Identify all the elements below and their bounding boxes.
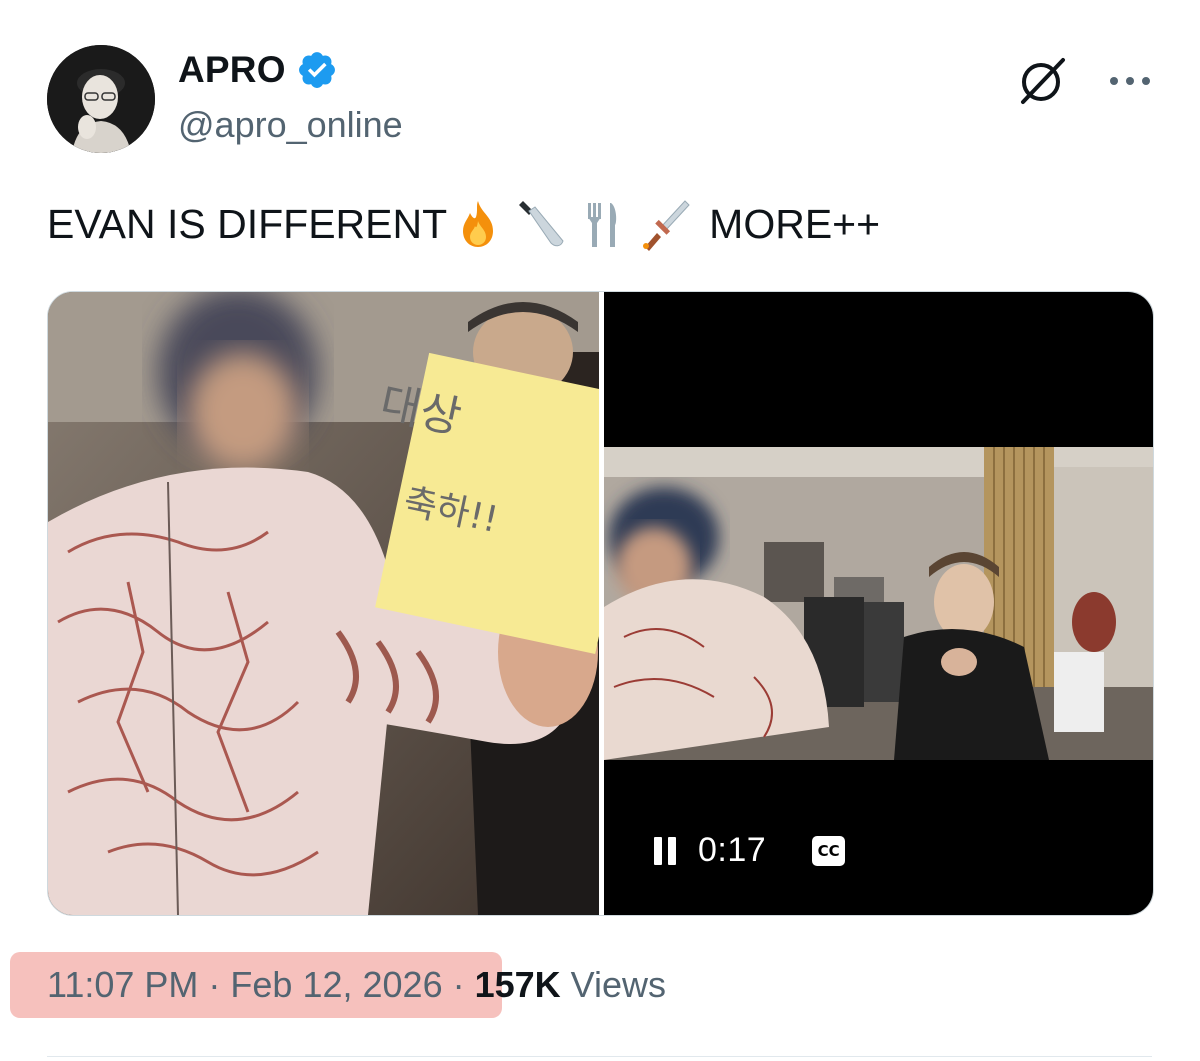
tweet-text-more: MORE++ — [709, 201, 881, 247]
author-display-name[interactable]: APRO — [178, 49, 286, 91]
video-player[interactable]: 0:17 CC — [604, 292, 1153, 915]
photo-thumbnail[interactable]: 대상 축하!! — [48, 292, 599, 915]
kitchen-knife-icon — [513, 197, 567, 251]
captions-button[interactable]: CC — [812, 835, 846, 866]
fire-icon — [451, 197, 505, 251]
verified-badge-icon[interactable] — [296, 49, 338, 91]
fork-and-knife-icon — [575, 197, 629, 251]
video-time: 0:17 — [698, 831, 767, 869]
views-label[interactable]: Views — [571, 964, 666, 1006]
meta-separator: · — [452, 964, 465, 1005]
tweet-text: EVAN IS DIFFERENT MORE++ — [47, 197, 880, 251]
tweet-text-main: EVAN IS DIFFERENT — [47, 201, 448, 247]
pause-button[interactable] — [652, 835, 678, 867]
divider — [47, 1056, 1152, 1057]
media-grid: 대상 축하!! 0:17 CC — [47, 291, 1154, 916]
author-handle[interactable]: @apro_online — [178, 104, 403, 146]
more-options-icon[interactable] — [1105, 61, 1155, 101]
dagger-icon — [637, 197, 691, 251]
meta-separator: · — [208, 964, 221, 1005]
views-count[interactable]: 157K — [475, 964, 561, 1006]
avatar[interactable] — [47, 45, 155, 153]
tweet-meta: 11:07 PM · Feb 12, 2026 · 157K Views — [0, 952, 1200, 1022]
tweet-time[interactable]: 11:07 PM — [47, 964, 198, 1006]
video-frame — [604, 447, 1153, 760]
grok-icon[interactable] — [1013, 52, 1071, 110]
tweet-date[interactable]: Feb 12, 2026 — [230, 964, 442, 1006]
